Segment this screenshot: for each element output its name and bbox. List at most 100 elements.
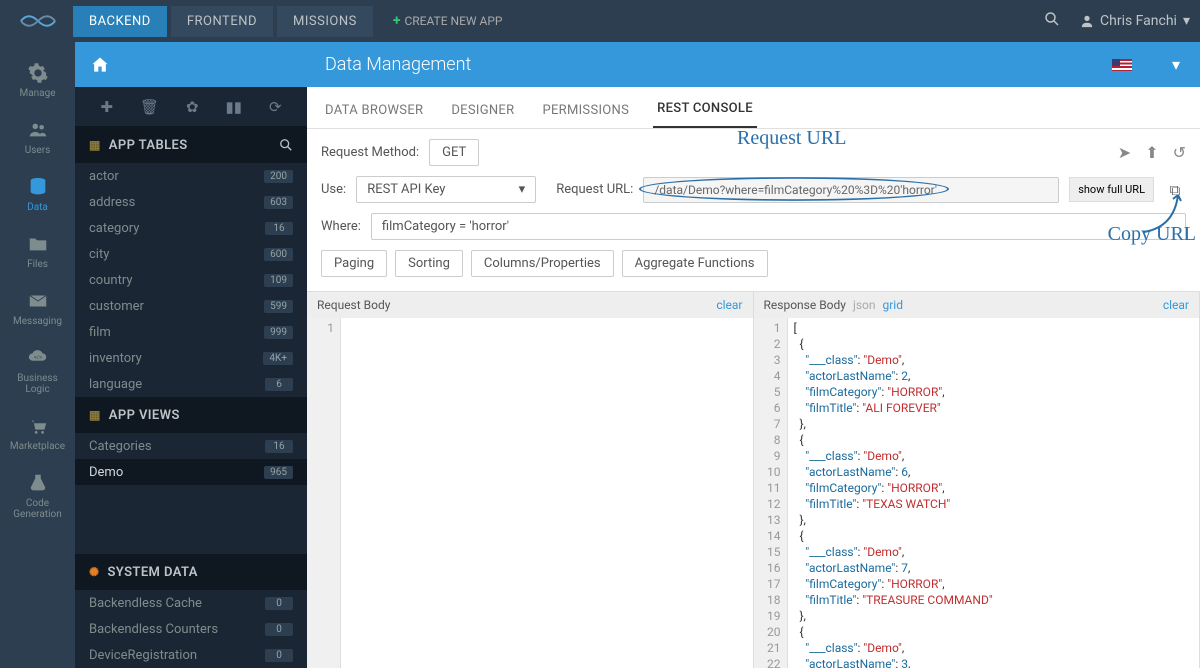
search-icon[interactable] — [279, 138, 293, 152]
response-body-title: Response Body — [764, 298, 846, 312]
where-label: Where: — [321, 219, 361, 234]
columns-icon[interactable]: ▮▮ — [225, 98, 242, 116]
user-name: Chris Fanchi — [1100, 13, 1177, 29]
cart-icon — [27, 415, 49, 437]
list-item-categories[interactable]: Categories16 — [75, 433, 307, 459]
list-item-customer[interactable]: customer599 — [75, 293, 307, 319]
chevron-down-icon: ▾ — [519, 182, 526, 197]
mode-json[interactable]: json — [853, 298, 876, 312]
request-url-field[interactable]: /data/Demo?where=filmCategory%20%3D%20'h… — [643, 177, 1059, 203]
annotation-circle — [639, 177, 949, 201]
us-flag-icon — [1112, 59, 1132, 71]
response-body-viewer[interactable]: [ { "___class": "Demo", "actorLastName":… — [788, 318, 1200, 668]
tables-icon: ▦ — [89, 138, 101, 152]
list-item-backendless-cache[interactable]: Backendless Cache0 — [75, 590, 307, 616]
list-item-language[interactable]: language6 — [75, 371, 307, 397]
api-key-select[interactable]: REST API Key ▾ — [356, 176, 536, 203]
users-icon — [27, 119, 49, 141]
show-full-url-button[interactable]: show full URL — [1069, 177, 1154, 202]
request-method-button[interactable]: GET — [429, 139, 479, 166]
list-item-inventory[interactable]: inventory4K+ — [75, 345, 307, 371]
list-item-category[interactable]: category16 — [75, 215, 307, 241]
icon-sidebar: Manage Users Data Files Messaging </> Bu… — [0, 42, 75, 668]
refresh-icon[interactable]: ⟳ — [269, 98, 282, 116]
response-gutter: 1234567891011121314151617181920212223242… — [754, 318, 788, 668]
list-item-city[interactable]: city600 — [75, 241, 307, 267]
list-item-country[interactable]: country109 — [75, 267, 307, 293]
table-toolbar: ✚ 🗑 ✿ ▮▮ ⟳ — [75, 87, 307, 127]
main-content: Data Management ▾ DATA BROWSER DESIGNER … — [307, 42, 1200, 668]
section-app-views[interactable]: ▦APP VIEWS — [75, 397, 307, 433]
where-input[interactable] — [371, 213, 1186, 240]
flask-icon — [27, 472, 49, 494]
gear-icon — [27, 62, 49, 84]
cloud-code-icon: </> — [27, 347, 49, 369]
trash-icon[interactable]: 🗑 — [140, 98, 159, 116]
user-menu[interactable]: Chris Fanchi ▾ — [1080, 13, 1190, 29]
upload-icon[interactable]: ⬆ — [1145, 143, 1158, 162]
panel-sidebar: ✚ 🗑 ✿ ▮▮ ⟳ ▦APP TABLES actor200address60… — [75, 42, 307, 668]
system-icon: ✺ — [89, 565, 99, 579]
create-new-app-button[interactable]: + CREATE NEW APP — [393, 13, 503, 29]
logo[interactable] — [10, 11, 65, 31]
list-item-actor[interactable]: actor200 — [75, 163, 307, 189]
views-icon: ▦ — [89, 408, 101, 422]
search-icon[interactable] — [1044, 11, 1060, 31]
sidebar-users[interactable]: Users — [0, 109, 75, 166]
section-system-data[interactable]: ✺SYSTEM DATA — [75, 554, 307, 590]
tab-permissions[interactable]: PERMISSIONS — [538, 93, 633, 128]
list-item-demo[interactable]: Demo965 — [75, 459, 307, 485]
home-icon — [90, 55, 110, 75]
add-icon[interactable]: ✚ — [100, 98, 113, 116]
plus-icon: + — [393, 13, 401, 29]
locale-selector[interactable]: ▾ — [1080, 42, 1200, 87]
request-clear-button[interactable]: clear — [716, 298, 742, 312]
reset-icon[interactable]: ↺ — [1173, 143, 1186, 162]
envelope-icon — [27, 290, 49, 312]
columns-button[interactable]: Columns/Properties — [471, 250, 614, 277]
list-item-film[interactable]: film999 — [75, 319, 307, 345]
request-method-label: Request Method: — [321, 145, 419, 160]
list-item-address[interactable]: address603 — [75, 189, 307, 215]
sidebar-files[interactable]: Files — [0, 223, 75, 280]
sidebar-marketplace[interactable]: Marketplace — [0, 405, 75, 462]
section-app-tables[interactable]: ▦APP TABLES — [75, 127, 307, 163]
response-body-pane: Response Body json grid clear 1234567891… — [754, 292, 1200, 668]
user-icon — [1080, 14, 1094, 28]
list-item-backendless-counters[interactable]: Backendless Counters0 — [75, 616, 307, 642]
paging-button[interactable]: Paging — [321, 250, 387, 277]
sidebar-messaging[interactable]: Messaging — [0, 280, 75, 337]
tab-designer[interactable]: DESIGNER — [447, 93, 518, 128]
tab-frontend[interactable]: FRONTEND — [171, 6, 273, 37]
chevron-down-icon: ▾ — [1172, 55, 1180, 74]
chevron-down-icon: ▾ — [1183, 13, 1190, 29]
tab-backend[interactable]: BACKEND — [73, 6, 167, 37]
response-clear-button[interactable]: clear — [1163, 298, 1189, 312]
sidebar-code-generation[interactable]: Code Generation — [0, 462, 75, 530]
sidebar-manage[interactable]: Manage — [0, 52, 75, 109]
aggregate-button[interactable]: Aggregate Functions — [622, 250, 768, 277]
send-icon[interactable]: ➤ — [1118, 143, 1131, 162]
sidebar-data[interactable]: Data — [0, 166, 75, 223]
request-body-title: Request Body — [317, 298, 390, 312]
topbar: BACKEND FRONTEND MISSIONS + CREATE NEW A… — [0, 0, 1200, 42]
sidebar-business-logic[interactable]: </> Business Logic — [0, 337, 75, 405]
mode-grid[interactable]: grid — [882, 298, 903, 312]
tab-data-browser[interactable]: DATA BROWSER — [321, 93, 427, 128]
tab-rest-console[interactable]: REST CONSOLE — [653, 91, 757, 128]
request-url-label: Request URL: — [556, 182, 633, 197]
copy-url-icon[interactable]: ⧉ — [1164, 179, 1186, 201]
svg-text:</>: </> — [34, 355, 42, 361]
list-item-deviceregistration[interactable]: DeviceRegistration0 — [75, 642, 307, 668]
folder-icon — [27, 233, 49, 255]
use-label: Use: — [321, 182, 346, 197]
request-body-editor[interactable] — [341, 318, 753, 668]
settings-icon[interactable]: ✿ — [186, 98, 199, 116]
create-app-label: CREATE NEW APP — [404, 14, 502, 28]
sub-tabs: DATA BROWSER DESIGNER PERMISSIONS REST C… — [307, 87, 1200, 129]
database-icon — [27, 176, 49, 198]
tab-missions[interactable]: MISSIONS — [277, 6, 373, 37]
sorting-button[interactable]: Sorting — [395, 250, 463, 277]
top-nav-tabs: BACKEND FRONTEND MISSIONS — [73, 6, 373, 37]
home-button[interactable] — [75, 55, 125, 75]
